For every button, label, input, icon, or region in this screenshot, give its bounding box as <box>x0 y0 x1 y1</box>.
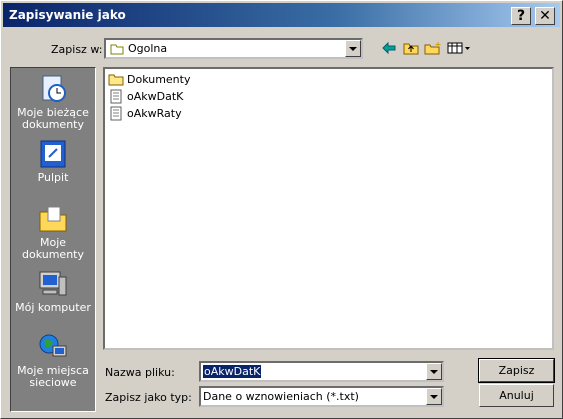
desktop-icon <box>40 140 66 168</box>
place-my-computer[interactable]: Mój komputer <box>11 269 95 314</box>
cancel-button[interactable]: Anuluj <box>479 384 554 407</box>
new-folder-button[interactable] <box>423 39 443 57</box>
window-title: Zapisywanie jako <box>9 8 126 22</box>
help-button[interactable]: ? <box>511 7 531 25</box>
up-folder-button[interactable] <box>401 39 421 57</box>
place-label: Moje bieżące dokumenty <box>17 106 89 131</box>
place-recent-documents[interactable]: Moje bieżące dokumenty <box>11 74 95 131</box>
save-in-value: Ogolna <box>128 42 168 55</box>
up-folder-icon <box>403 43 419 55</box>
back-icon <box>382 42 396 54</box>
place-desktop[interactable]: Pulpit <box>11 139 95 184</box>
filetype-dropdown-button[interactable] <box>426 388 442 405</box>
save-in-dropdown[interactable]: Ogolna <box>104 38 363 59</box>
file-list[interactable]: Dokumenty oAkwDatK oAkwRaty <box>103 67 554 350</box>
places-bar: Moje bieżące dokumenty Pulpit Moje dokum… <box>10 67 96 412</box>
file-name: Dokumenty <box>127 72 191 86</box>
text-file-icon <box>110 89 122 103</box>
file-name: oAkwRaty <box>127 106 182 120</box>
my-documents-icon <box>39 206 67 232</box>
place-label: Mój komputer <box>15 301 91 314</box>
list-item-folder[interactable]: Dokumenty <box>108 71 190 87</box>
back-button[interactable] <box>379 39 399 57</box>
filename-field[interactable]: oAkwDatK <box>199 361 444 382</box>
title-bar[interactable]: Zapisywanie jako ? ✕ <box>3 3 560 27</box>
filetype-label: Zapisz jako typ: <box>105 391 192 404</box>
my-computer-icon <box>39 271 67 296</box>
filetype-value: Dane o wznowieniach (*.txt) <box>203 390 359 403</box>
filename-dropdown-button[interactable] <box>426 363 442 380</box>
chevron-down-icon <box>430 394 438 399</box>
network-places-icon <box>39 334 67 357</box>
place-label: Pulpit <box>37 171 69 184</box>
list-item-file[interactable]: oAkwRaty <box>108 105 182 121</box>
filename-value: oAkwDatK <box>203 365 262 378</box>
place-label: Moje miejsca sieciowe <box>17 364 89 389</box>
text-file-icon <box>110 106 122 120</box>
chevron-down-icon <box>430 369 438 374</box>
filetype-dropdown[interactable]: Dane o wznowieniach (*.txt) <box>199 386 444 407</box>
filename-label: Nazwa pliku: <box>105 366 175 379</box>
folder-icon <box>108 74 124 85</box>
save-in-label: Zapisz w: <box>51 43 103 56</box>
folder-icon <box>110 44 124 55</box>
new-folder-icon <box>424 42 441 55</box>
recent-documents-icon <box>42 75 66 102</box>
view-menu-button[interactable] <box>446 39 472 57</box>
save-in-dropdown-button[interactable] <box>345 40 361 57</box>
chevron-down-icon <box>349 46 357 51</box>
close-button[interactable]: ✕ <box>535 7 555 25</box>
save-button[interactable]: Zapisz <box>478 358 555 383</box>
view-menu-icon <box>447 42 470 54</box>
file-name: oAkwDatK <box>127 89 184 103</box>
place-my-documents[interactable]: Moje dokumenty <box>11 204 95 261</box>
list-item-file[interactable]: oAkwDatK <box>108 88 183 104</box>
place-label: Moje dokumenty <box>22 236 84 261</box>
save-as-dialog: Zapisywanie jako ? ✕ Zapisz w: Ogolna Mo… <box>0 0 563 419</box>
place-network-places[interactable]: Moje miejsca sieciowe <box>11 332 95 389</box>
